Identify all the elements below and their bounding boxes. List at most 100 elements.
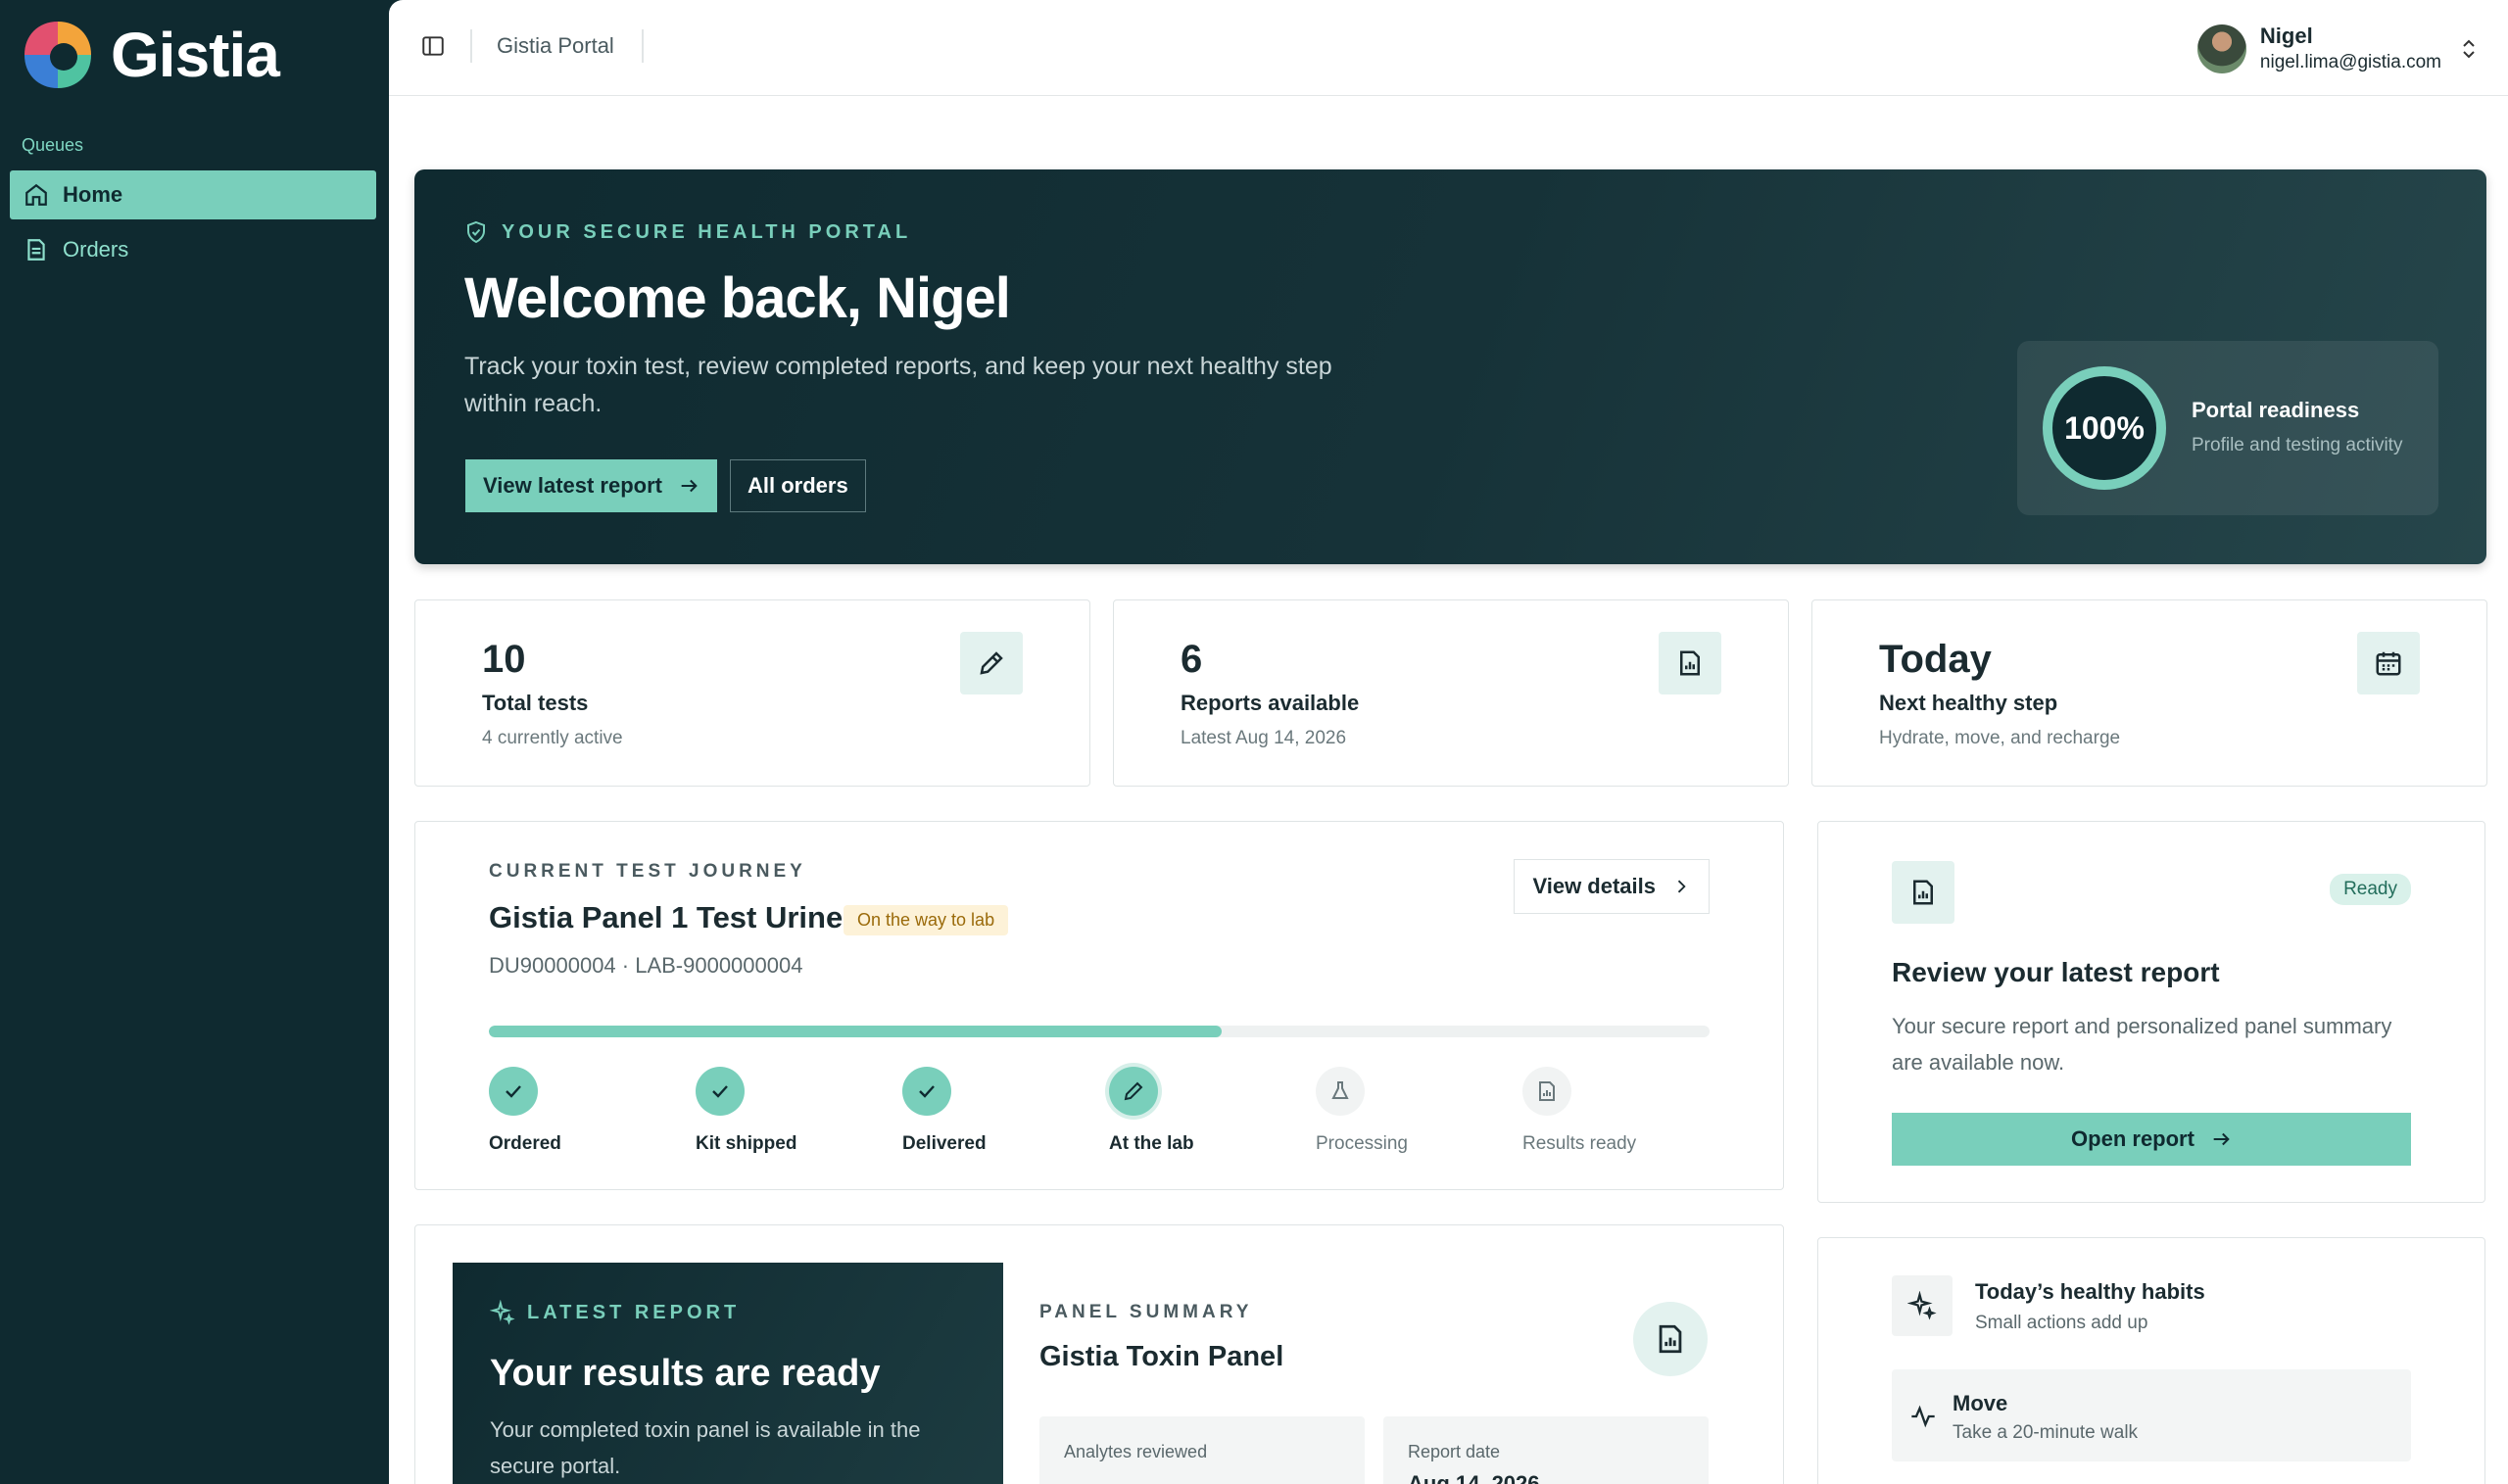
user-menu[interactable]: Nigel nigel.lima@gistia.com xyxy=(2196,24,2479,73)
report-card-subtitle: Your secure report and personalized pane… xyxy=(1892,1014,2392,1075)
readiness-subtitle: Profile and testing activity xyxy=(2192,435,2403,455)
report-icon xyxy=(1659,632,1721,694)
home-icon xyxy=(24,182,49,208)
stat-value: 10 xyxy=(482,638,526,681)
stat-value: Today xyxy=(1879,638,1992,681)
main-content: Gistia Portal Nigel nigel.lima@gistia.co… xyxy=(389,0,2508,1484)
sparkles-icon xyxy=(490,1300,515,1325)
journey-title: Gistia Panel 1 Test Urine xyxy=(489,900,844,934)
pencil-icon xyxy=(1109,1067,1158,1116)
pencil-icon xyxy=(960,632,1023,694)
habit-subtitle: Take a 20-minute walk xyxy=(1953,1422,2139,1443)
button-label: Open report xyxy=(2071,1126,2194,1151)
button-label: All orders xyxy=(748,473,848,498)
app-logo[interactable]: Gistia xyxy=(21,18,280,92)
check-icon xyxy=(489,1067,538,1116)
latest-report-title: Your results are ready xyxy=(490,1353,881,1394)
analytes-reviewed-box: Analytes reviewed xyxy=(1039,1416,1365,1484)
sidebar-item-home[interactable]: Home xyxy=(10,170,376,219)
user-name: Nigel xyxy=(2259,24,2313,48)
current-test-journey-card: CURRENT TEST JOURNEY Gistia Panel 1 Test… xyxy=(414,821,1784,1190)
step-label: At the lab xyxy=(1109,1133,1194,1154)
sidebar: Gistia Queues Home Orders xyxy=(0,0,389,1484)
all-orders-button[interactable]: All orders xyxy=(730,459,866,512)
report-icon xyxy=(1522,1067,1571,1116)
step-ordered: Ordered xyxy=(489,1067,665,1155)
habit-item[interactable]: Move Take a 20-minute walk xyxy=(1892,1369,2411,1461)
arrow-right-icon xyxy=(681,479,698,493)
hero-title: Welcome back, Nigel xyxy=(464,266,1011,330)
sidebar-item-orders[interactable]: Orders xyxy=(10,225,376,274)
document-icon xyxy=(24,237,49,263)
status-badge: Ready xyxy=(2330,874,2411,905)
sidebar-item-label: Home xyxy=(63,182,123,207)
habit-title: Move xyxy=(1953,1391,2008,1415)
step-label: Kit shipped xyxy=(696,1133,797,1154)
stat-note: Hydrate, move, and recharge xyxy=(1879,728,2121,748)
gistia-logo-icon xyxy=(24,22,91,88)
readiness-value: 100% xyxy=(2064,409,2145,446)
stat-label: Next healthy step xyxy=(1879,691,2058,715)
healthy-habits-card: Today’s healthy habits Small actions add… xyxy=(1817,1237,2485,1484)
stat-card-total-tests: 10 Total tests 4 currently active xyxy=(414,599,1090,787)
journey-ids: DU90000004 · LAB-9000000004 xyxy=(489,953,803,978)
step-delivered: Delivered xyxy=(902,1067,1079,1155)
journey-progress-fill xyxy=(489,1026,1222,1037)
kicker-text: LATEST REPORT xyxy=(527,1301,741,1323)
stat-card-next-step: Today Next healthy step Hydrate, move, a… xyxy=(1811,599,2487,787)
divider xyxy=(470,29,472,63)
box-label: Analytes reviewed xyxy=(1064,1442,1208,1461)
stat-label: Reports available xyxy=(1181,691,1360,715)
stat-value: 6 xyxy=(1181,638,1203,681)
button-label: View latest report xyxy=(483,473,662,498)
latest-report-banner: LATEST REPORT Your results are ready You… xyxy=(453,1263,1003,1484)
hero-kicker: YOUR SECURE HEALTH PORTAL xyxy=(464,220,911,244)
box-value: Aug 14, 2026 xyxy=(1408,1471,1540,1484)
step-at-the-lab: At the lab xyxy=(1109,1067,1285,1155)
step-processing: Processing xyxy=(1316,1067,1492,1155)
stat-note: Latest Aug 14, 2026 xyxy=(1181,728,1347,748)
report-card-title: Review your latest report xyxy=(1892,957,2220,987)
button-label: View details xyxy=(1532,874,1656,898)
chevron-up-down-icon xyxy=(2463,39,2475,58)
chevron-right-icon xyxy=(1677,880,1686,893)
view-details-button[interactable]: View details xyxy=(1514,859,1710,914)
report-icon[interactable] xyxy=(1633,1302,1708,1376)
open-report-button[interactable]: Open report xyxy=(1892,1113,2411,1166)
sparkles-icon xyxy=(1892,1275,1953,1336)
stat-note: 4 currently active xyxy=(482,728,623,748)
view-latest-report-button[interactable]: View latest report xyxy=(465,459,717,512)
latest-report-subtitle: Your completed toxin panel is available … xyxy=(490,1417,921,1478)
step-results-ready: Results ready xyxy=(1522,1067,1699,1155)
step-label: Ordered xyxy=(489,1133,561,1154)
status-badge: On the way to lab xyxy=(844,905,1009,935)
avatar xyxy=(2196,24,2246,73)
habits-title: Today’s healthy habits xyxy=(1975,1279,2205,1304)
step-label: Processing xyxy=(1316,1133,1408,1154)
journey-kicker: CURRENT TEST JOURNEY xyxy=(489,861,806,882)
hero-kicker-text: YOUR SECURE HEALTH PORTAL xyxy=(502,220,912,243)
panel-summary-kicker: PANEL SUMMARY xyxy=(1039,1302,1253,1322)
page-title: Gistia Portal xyxy=(497,33,614,58)
arrow-right-icon xyxy=(2213,1132,2230,1146)
shield-check-icon xyxy=(467,220,485,244)
stat-card-reports: 6 Reports available Latest Aug 14, 2026 xyxy=(1113,599,1789,787)
latest-report-kicker: LATEST REPORT xyxy=(490,1300,740,1325)
habits-subtitle: Small actions add up xyxy=(1975,1313,2148,1333)
sidebar-toggle-icon[interactable] xyxy=(420,33,446,59)
box-label: Report date xyxy=(1408,1442,1501,1461)
user-email: nigel.lima@gistia.com xyxy=(2259,52,2441,72)
flask-icon xyxy=(1316,1067,1365,1116)
step-label: Delivered xyxy=(902,1133,987,1154)
check-icon xyxy=(696,1067,745,1116)
review-report-card: Ready Review your latest report Your sec… xyxy=(1817,821,2485,1203)
step-label: Results ready xyxy=(1522,1133,1637,1154)
check-icon xyxy=(902,1067,951,1116)
portal-readiness-card: 100% Portal readiness Profile and testin… xyxy=(2017,341,2438,515)
readiness-ring: 100% xyxy=(2043,366,2166,490)
divider xyxy=(642,29,644,63)
report-date-box: Report date Aug 14, 2026 xyxy=(1383,1416,1709,1484)
top-bar: Gistia Portal Nigel nigel.lima@gistia.co… xyxy=(389,0,2508,96)
sidebar-item-label: Orders xyxy=(63,237,129,262)
activity-icon xyxy=(1911,1405,1935,1428)
